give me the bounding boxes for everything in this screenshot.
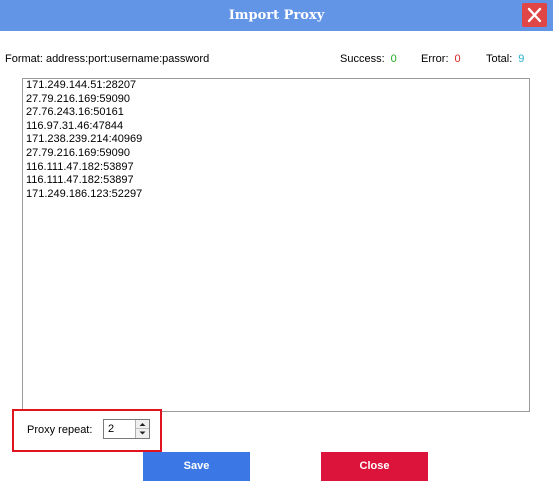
proxy-line: 27.79.216.169:59090 [26,146,130,159]
proxy-line: 171.238.239.214:40969 [26,133,143,146]
success-label: Success: [340,53,385,65]
proxy-line: 171.249.144.51:28207 [26,79,137,91]
proxy-repeat-stepper[interactable]: 2 [103,419,150,439]
total-value: 9 [518,53,525,65]
save-button[interactable]: Save [143,452,250,481]
chevron-down-icon[interactable] [136,429,149,438]
proxy-list-textarea[interactable]: 171.249.144.51:28207 27.79.216.169:59090… [22,78,530,412]
proxy-line: 171.249.186.123:52297 [26,187,143,200]
proxy-list: 171.249.144.51:28207 27.79.216.169:59090… [26,79,142,201]
success-value: 0 [390,53,397,65]
format-label: Format: address:port:username:password [5,53,210,65]
close-button[interactable]: Close [321,452,428,481]
proxy-repeat-value[interactable]: 2 [108,423,114,435]
info-row: Format: address:port:username:password S… [0,51,553,69]
total-counter: Total: 9 [486,53,524,65]
spin-buttons [135,420,149,438]
title-bar: Import Proxy [0,0,553,31]
error-label: Error: [421,53,449,65]
window-title: Import Proxy [228,8,325,23]
proxy-repeat-group: Proxy repeat: 2 [12,409,162,452]
close-x-icon[interactable] [522,3,547,27]
proxy-line: 27.79.216.169:59090 [26,92,130,105]
chevron-up-icon[interactable] [136,420,149,429]
proxy-line: 27.76.243.16:50161 [26,106,124,119]
import-proxy-dialog: Import Proxy Format: address:port:userna… [0,0,553,497]
proxy-line: 116.97.31.46:47844 [26,119,124,132]
total-label: Total: [486,53,513,65]
error-counter: Error: 0 [421,53,461,65]
proxy-repeat-label: Proxy repeat: [27,424,93,436]
proxy-line: 116.111.47.182:53897 [26,174,134,187]
error-value: 0 [454,53,461,65]
success-counter: Success: 0 [340,53,397,65]
proxy-line: 116.111.47.182:53897 [26,160,134,173]
